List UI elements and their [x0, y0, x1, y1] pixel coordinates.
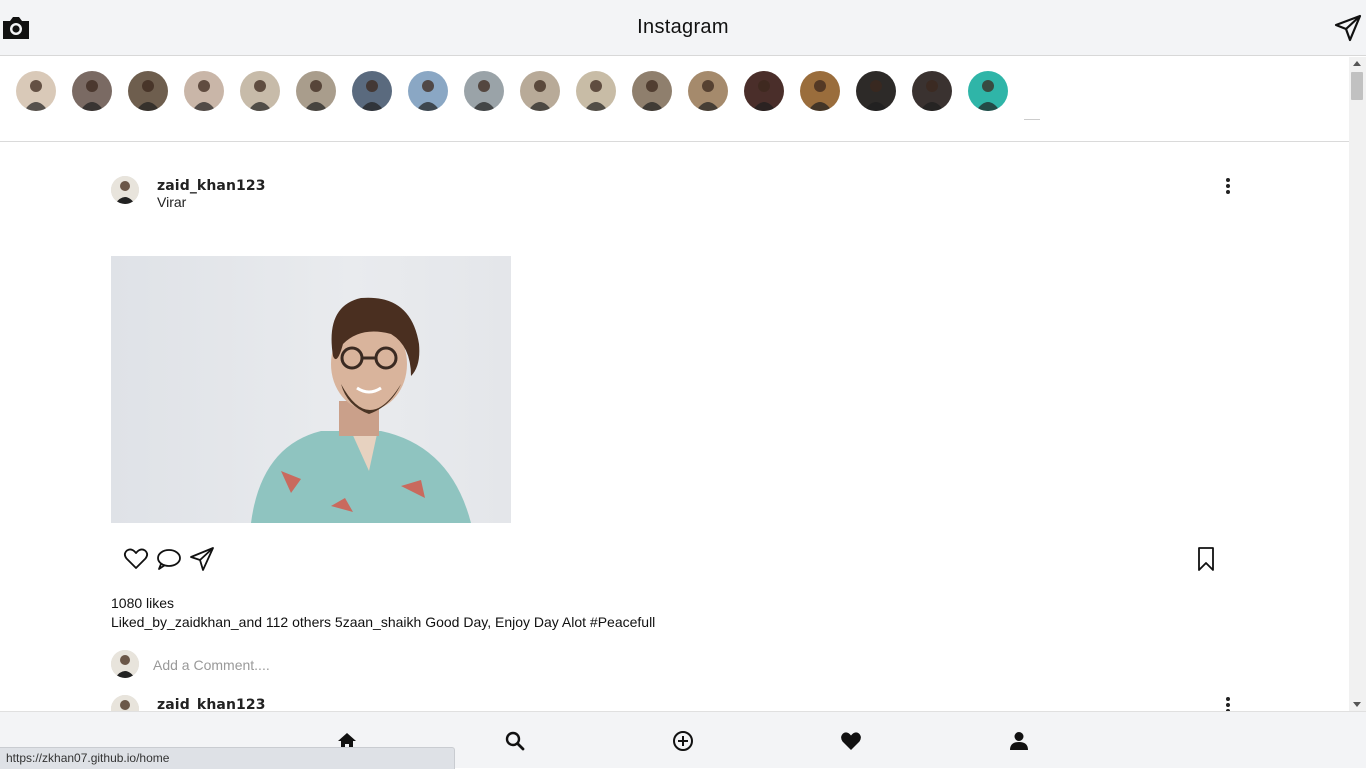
story-avatar[interactable] — [464, 71, 504, 111]
feed[interactable]: zaid_khan123 Virar 1080 likes Liked_by_z… — [0, 57, 1349, 711]
story-avatar[interactable] — [744, 71, 784, 111]
post-actions — [123, 546, 1223, 572]
story-avatar[interactable] — [408, 71, 448, 111]
more-options-icon[interactable] — [1225, 697, 1231, 711]
story-avatar[interactable] — [576, 71, 616, 111]
story-avatar[interactable] — [632, 71, 672, 111]
story-avatar[interactable] — [16, 71, 56, 111]
stories-bar — [0, 57, 1349, 142]
share-icon[interactable] — [189, 546, 215, 572]
story-avatar[interactable] — [72, 71, 112, 111]
story-avatar[interactable] — [184, 71, 224, 111]
story-avatar[interactable] — [912, 71, 952, 111]
stories-divider — [1024, 119, 1040, 120]
story-avatar[interactable] — [128, 71, 168, 111]
post-image[interactable] — [111, 256, 511, 523]
post-caption: Liked_by_zaidkhan_and 112 others 5zaan_s… — [111, 614, 656, 630]
commenter-avatar — [111, 650, 139, 678]
story-avatar[interactable] — [968, 71, 1008, 111]
scrollbar[interactable] — [1349, 57, 1366, 711]
story-avatar[interactable] — [800, 71, 840, 111]
profile-icon[interactable] — [1008, 730, 1030, 752]
status-url: https://zkhan07.github.io/home — [0, 747, 455, 769]
comment-icon[interactable] — [156, 546, 182, 572]
paper-plane-icon[interactable] — [1334, 14, 1362, 42]
heart-outline-icon[interactable] — [123, 546, 149, 572]
search-icon[interactable] — [504, 730, 526, 752]
story-avatar[interactable] — [240, 71, 280, 111]
comment-input[interactable] — [151, 654, 555, 676]
heart-icon[interactable] — [840, 730, 862, 752]
scroll-up-arrow[interactable] — [1353, 61, 1361, 66]
story-avatar[interactable] — [688, 71, 728, 111]
post-location[interactable]: Virar — [157, 194, 186, 210]
bookmark-icon[interactable] — [1193, 546, 1219, 572]
story-avatar[interactable] — [296, 71, 336, 111]
top-bar: Instagram — [0, 0, 1366, 56]
post-username[interactable]: zaid_khan123 — [157, 178, 266, 194]
avatar[interactable] — [111, 176, 139, 204]
story-avatar[interactable] — [352, 71, 392, 111]
post-username[interactable]: zaid_khan123 — [157, 697, 266, 711]
scroll-down-arrow[interactable] — [1353, 702, 1361, 707]
scrollbar-thumb[interactable] — [1351, 72, 1363, 100]
story-avatar[interactable] — [856, 71, 896, 111]
like-count: 1080 likes — [111, 595, 175, 611]
avatar[interactable] — [111, 695, 139, 711]
add-icon[interactable] — [672, 730, 694, 752]
app-title: Instagram — [637, 16, 729, 38]
more-options-icon[interactable] — [1225, 178, 1231, 196]
story-avatar[interactable] — [520, 71, 560, 111]
